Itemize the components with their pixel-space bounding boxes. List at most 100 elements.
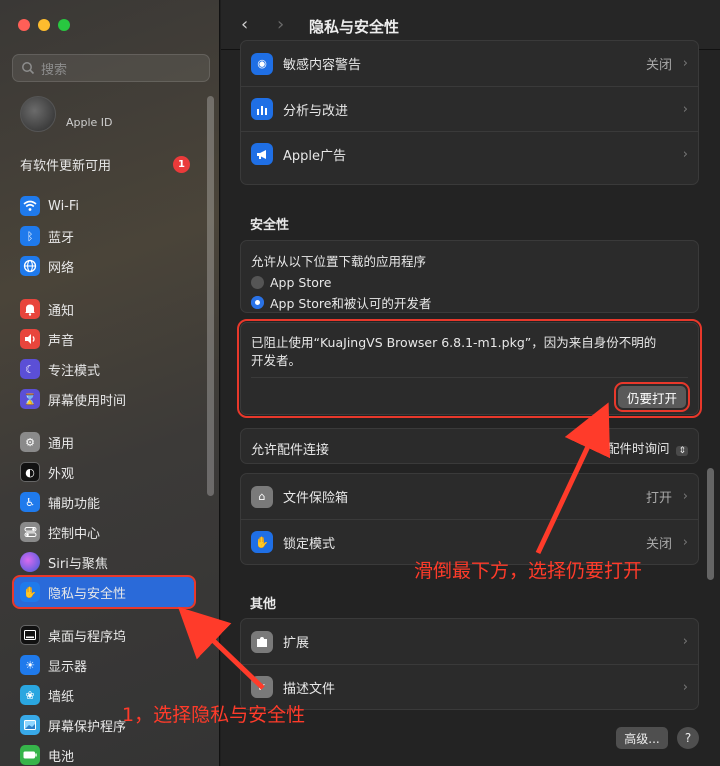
hand-icon: ✋ [251, 531, 273, 553]
sidebar-item-label: 声音 [48, 333, 75, 349]
hourglass-icon: ⌛ [20, 389, 40, 409]
row-label: Apple广告 [283, 148, 347, 164]
row-label: 扩展 [283, 636, 310, 651]
sidebar: 搜索 Apple ID 有软件更新可用 1 Wi-Fi ᛒ 蓝牙 网络 通知 声… [0, 0, 220, 766]
sidebar-item-label: 显示器 [48, 659, 88, 675]
sensitive-content-row[interactable]: ◉ 敏感内容警告 关闭 › [241, 41, 698, 86]
globe-icon [20, 256, 40, 276]
forward-button[interactable]: › [277, 14, 284, 35]
sidebar-item-label: 桌面与程序坞 [48, 629, 127, 645]
update-badge: 1 [173, 156, 190, 173]
blocked-app-card: 已阻止使用“KuaJingVS Browser 6.8.1-m1.pkg”，因为… [237, 319, 702, 418]
sidebar-item-control-center[interactable]: 控制中心 [14, 517, 194, 547]
chevron-right-icon: › [682, 56, 688, 71]
sidebar-item-general[interactable]: ⚙ 通用 [14, 427, 194, 457]
nav-group-network: Wi-Fi ᛒ 蓝牙 网络 [14, 191, 194, 281]
sidebar-item-bluetooth[interactable]: ᛒ 蓝牙 [14, 221, 194, 251]
hand-icon: ✋ [20, 582, 40, 602]
security-rows-card: ⌂ 文件保险箱 打开 › ✋ 锁定模式 关闭 › [240, 473, 699, 565]
row-label: 文件保险箱 [283, 491, 349, 506]
sidebar-item-network[interactable]: 网络 [14, 251, 194, 281]
sidebar-item-sound[interactable]: 声音 [14, 324, 194, 354]
sidebar-item-displays[interactable]: ☀ 显示器 [14, 650, 194, 680]
row-label: 描述文件 [283, 681, 336, 697]
sidebar-item-label: Wi-Fi [48, 198, 80, 214]
speaker-icon [20, 329, 40, 349]
software-update-item[interactable]: 有软件更新可用 1 [20, 155, 190, 174]
sidebar-item-label: 辅助功能 [48, 496, 101, 512]
nav-group-general: ⚙ 通用 ◐ 外观 ♿ 辅助功能 控制中心 Siri与聚焦 ✋ 隐私与安全性 [12, 427, 196, 609]
megaphone-icon [251, 143, 273, 165]
sidebar-item-label: 屏幕使用时间 [48, 393, 127, 409]
allow-apps-title: 允许从以下位置下载的应用程序 [251, 254, 427, 269]
apple-ads-row[interactable]: Apple广告 › [241, 131, 698, 176]
row-label: 锁定模式 [283, 536, 336, 552]
sidebar-item-label: 专注模式 [48, 363, 101, 379]
avatar [20, 96, 56, 132]
sidebar-item-appearance[interactable]: ◐ 外观 [14, 457, 194, 487]
sidebar-item-label: 通知 [48, 303, 75, 319]
help-button[interactable]: ? [677, 727, 699, 749]
annotation-step1: 1，选择隐私与安全性 [122, 704, 306, 726]
close-window-button[interactable] [18, 19, 30, 31]
open-anyway-button[interactable]: 仍要打开 [613, 382, 691, 412]
software-update-label: 有软件更新可用 [20, 159, 112, 174]
row-value: 关闭 [645, 58, 672, 73]
sidebar-item-privacy-security[interactable]: ✋ 隐私与安全性 [12, 575, 196, 609]
flower-icon: ❀ [20, 685, 40, 705]
accessory-select[interactable]: 配件时询问 ⇕ [607, 438, 688, 457]
radio-button[interactable] [251, 276, 264, 289]
search-icon [22, 62, 35, 75]
sidebar-item-label: 屏幕保护程序 [48, 719, 127, 735]
filevault-row[interactable]: ⌂ 文件保险箱 打开 › [241, 474, 698, 519]
chevron-right-icon: › [682, 146, 688, 162]
sidebar-scrollbar[interactable] [207, 96, 214, 496]
chevron-right-icon: › [682, 534, 688, 550]
search-field[interactable]: 搜索 [12, 54, 210, 82]
analytics-row[interactable]: 分析与改进 › [241, 86, 698, 131]
sidebar-item-label: 外观 [48, 466, 75, 482]
apple-id-item[interactable]: Apple ID [20, 96, 113, 132]
dock-icon [20, 625, 40, 645]
nav-group-desktop: 桌面与程序坞 ☀ 显示器 ❀ 墙纸 屏幕保护程序 电池 [14, 620, 194, 766]
chevron-right-icon: › [682, 634, 688, 649]
sidebar-item-label: Siri与聚焦 [48, 556, 108, 572]
sidebar-item-label: 控制中心 [48, 526, 101, 542]
sidebar-item-siri-spotlight[interactable]: Siri与聚焦 [14, 547, 194, 577]
bell-icon [20, 299, 40, 319]
back-button[interactable]: ‹ [241, 14, 248, 35]
extensions-row[interactable]: 扩展 › [241, 619, 698, 664]
chevron-updown-icon: ⇕ [676, 446, 688, 456]
sidebar-item-wifi[interactable]: Wi-Fi [14, 191, 194, 221]
page-title: 隐私与安全性 [309, 18, 400, 36]
window-controls [18, 19, 70, 31]
checkmark-badge-icon: ✓ [251, 676, 273, 698]
security-section-title: 安全性 [250, 218, 290, 233]
chevron-right-icon: › [682, 679, 688, 695]
row-value: 打开 [645, 491, 672, 506]
privacy-options-card: ◉ 敏感内容警告 关闭 › 分析与改进 › Apple广告 › [240, 40, 699, 185]
profiles-row[interactable]: ✓ 描述文件 › [241, 664, 698, 709]
advanced-button[interactable]: 高级... [616, 727, 668, 749]
main-scrollbar[interactable] [707, 468, 714, 580]
bluetooth-icon: ᛒ [20, 226, 40, 246]
sidebar-item-notifications[interactable]: 通知 [14, 294, 194, 324]
radio-label: App Store和被认可的开发者 [270, 296, 432, 311]
battery-icon [20, 745, 40, 765]
search-placeholder: 搜索 [41, 62, 68, 78]
radio-app-store[interactable]: App Store [251, 275, 688, 290]
accessory-label: 允许配件连接 [251, 443, 330, 458]
zoom-window-button[interactable] [58, 19, 70, 31]
minimize-window-button[interactable] [38, 19, 50, 31]
sidebar-item-battery[interactable]: 电池 [14, 740, 194, 766]
radio-app-store-identified[interactable]: App Store和被认可的开发者 [251, 293, 688, 312]
siri-icon [20, 552, 40, 572]
sidebar-item-screen-time[interactable]: ⌛ 屏幕使用时间 [14, 384, 194, 414]
puzzle-icon [251, 630, 273, 653]
radio-button-selected[interactable] [251, 296, 264, 309]
sidebar-item-accessibility[interactable]: ♿ 辅助功能 [14, 487, 194, 517]
sidebar-item-focus[interactable]: ☾ 专注模式 [14, 354, 194, 384]
allow-apps-card: 允许从以下位置下载的应用程序 App Store App Store和被认可的开… [240, 240, 699, 313]
appearance-icon: ◐ [20, 462, 40, 482]
sidebar-item-desktop-dock[interactable]: 桌面与程序坞 [14, 620, 194, 650]
